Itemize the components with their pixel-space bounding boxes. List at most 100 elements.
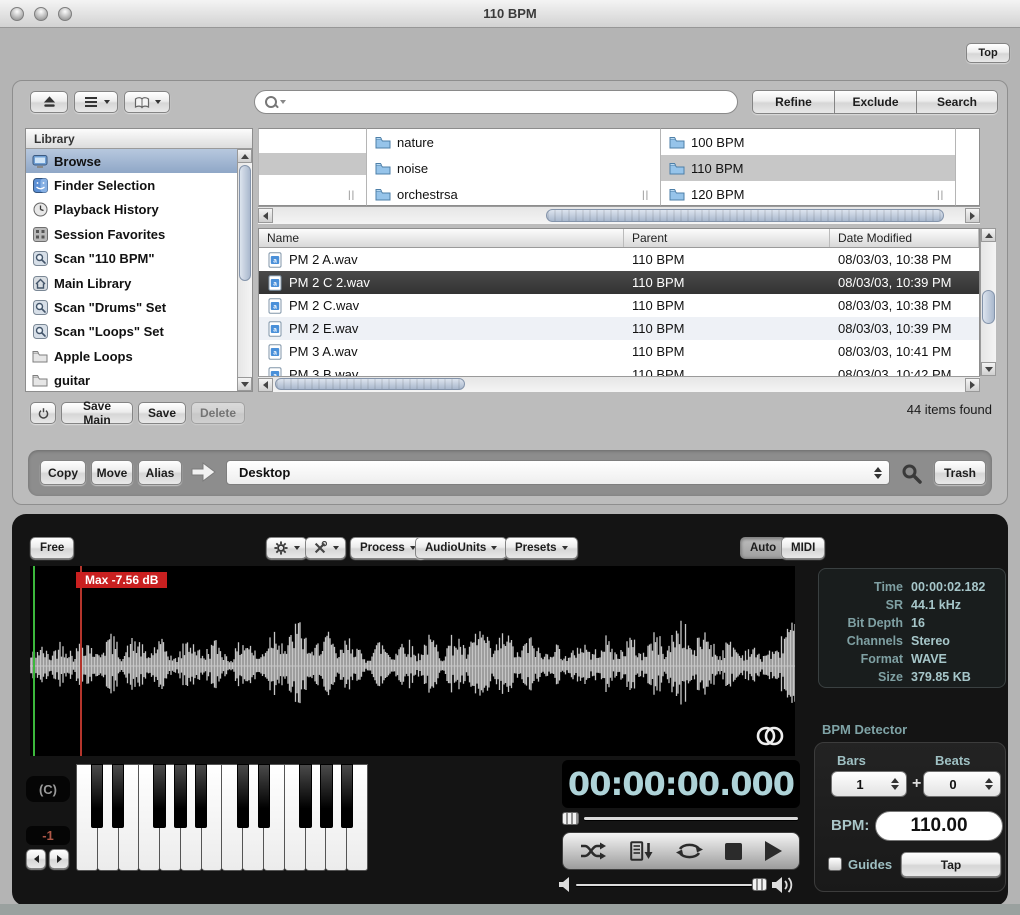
piano-black-key[interactable] — [112, 764, 125, 828]
audiounits-label: AudioUnits — [425, 542, 486, 554]
file-row[interactable]: aPM 3 A.wav110 BPM08/03/03, 10:41 PM — [259, 340, 979, 363]
transpose-up-button[interactable] — [49, 849, 69, 869]
gear-icon — [273, 540, 289, 556]
folder-icon — [375, 134, 391, 150]
search-button[interactable]: Search — [916, 90, 998, 114]
bpm-value-field[interactable]: 110.00 — [875, 811, 1003, 841]
loop-icon[interactable] — [676, 841, 703, 861]
move-button[interactable]: Move — [91, 460, 133, 485]
column-header-name[interactable]: Name — [259, 229, 624, 247]
eject-button[interactable] — [30, 91, 68, 113]
piano-black-key[interactable] — [237, 764, 250, 828]
rescan-button[interactable] — [30, 402, 56, 424]
file-row[interactable]: aPM 2 A.wav110 BPM08/03/03, 10:38 PM — [259, 248, 979, 271]
tap-button[interactable]: Tap — [901, 852, 1001, 877]
piano-keyboard[interactable] — [76, 764, 368, 871]
file-date: 08/03/03, 10:38 PM — [838, 252, 951, 267]
save-button[interactable]: Save — [138, 402, 186, 424]
copy-button[interactable]: Copy — [40, 460, 86, 485]
browser-folder-nature[interactable]: nature — [367, 129, 660, 155]
piano-black-key[interactable] — [174, 764, 187, 828]
piano-black-key[interactable] — [341, 764, 354, 828]
presets-menu-button[interactable]: Presets — [505, 537, 578, 559]
column-header-date[interactable]: Date Modified — [830, 229, 979, 247]
position-slider-track[interactable] — [584, 817, 798, 820]
view-menu-button[interactable] — [74, 91, 118, 113]
bars-select[interactable]: 1 — [831, 771, 907, 797]
file-list-hscrollbar[interactable] — [258, 376, 980, 392]
sidebar-item-main-library[interactable]: Main Library — [26, 271, 238, 295]
save-main-button[interactable]: Save Main — [61, 402, 133, 424]
search-input[interactable] — [254, 90, 738, 114]
piano-black-key[interactable] — [258, 764, 271, 828]
sidebar-item-browse[interactable]: Browse — [26, 149, 238, 173]
destination-popup[interactable]: Desktop — [226, 460, 890, 485]
browser-folder-noise[interactable]: noise — [367, 155, 660, 181]
audiounits-menu-button[interactable]: AudioUnits — [415, 537, 507, 559]
playlist-advance-icon[interactable] — [630, 841, 654, 861]
play-button[interactable] — [765, 841, 782, 861]
sidebar-item-session-favorites[interactable]: Session Favorites — [26, 222, 238, 246]
browser-folder-100-bpm[interactable]: 100 BPM — [661, 129, 955, 155]
browser-folder-110-bpm[interactable]: 110 BPM — [661, 155, 955, 181]
file-row[interactable]: aPM 3 B.wav110 BPM08/03/03, 10:42 PM — [259, 363, 979, 376]
sidebar-item-guitar[interactable]: guitar — [26, 369, 238, 391]
sidebar-item-scan-110-bpm-[interactable]: Scan "110 BPM" — [26, 247, 238, 271]
top-button[interactable]: Top — [966, 43, 1010, 63]
scrollbar-thumb[interactable] — [275, 378, 465, 390]
file-list-vscrollbar[interactable] — [980, 228, 996, 376]
sidebar-item-scan-drums-set[interactable]: Scan "Drums" Set — [26, 295, 238, 319]
midi-button[interactable]: MIDI — [781, 537, 825, 559]
exclude-button[interactable]: Exclude — [834, 90, 916, 114]
file-row[interactable]: aPM 2 C 2.wav110 BPM08/03/03, 10:39 PM — [259, 271, 979, 294]
bookmarks-button[interactable] — [124, 91, 170, 113]
scrollbar-thumb[interactable] — [982, 290, 995, 324]
file-row[interactable]: aPM 2 C.wav110 BPM08/03/03, 10:38 PM — [259, 294, 979, 317]
playhead-marker[interactable] — [33, 566, 35, 756]
transpose-down-button[interactable] — [26, 849, 46, 869]
auto-button[interactable]: Auto — [740, 537, 786, 559]
refine-button[interactable]: Refine — [752, 90, 834, 114]
piano-black-key[interactable] — [91, 764, 104, 828]
file-row[interactable]: aPM 2 E.wav110 BPM08/03/03, 10:39 PM — [259, 317, 979, 340]
columns-hscrollbar[interactable] — [258, 206, 980, 224]
magnifier-icon[interactable] — [900, 462, 922, 484]
trash-button[interactable]: Trash — [934, 460, 986, 485]
sidebar-item-finder-selection[interactable]: Finder Selection — [26, 173, 238, 197]
volume-slider-track[interactable] — [576, 884, 752, 886]
scrollbar-thumb[interactable] — [546, 209, 944, 222]
bars-label: Bars — [837, 753, 866, 768]
volume-slider-thumb[interactable] — [752, 878, 767, 891]
waveform-display[interactable]: Max -7.56 dB — [30, 566, 795, 756]
library-scrollbar[interactable] — [237, 149, 252, 391]
sidebar-item-apple-loops[interactable]: Apple Loops — [26, 344, 238, 368]
stop-button[interactable] — [725, 843, 742, 860]
free-button[interactable]: Free — [30, 537, 74, 559]
browser-folder-120-bpm[interactable]: 120 BPM — [661, 181, 955, 206]
column-header-parent[interactable]: Parent — [624, 229, 830, 247]
browser-column-2[interactable]: naturenoiseorchestrsa — [366, 128, 660, 206]
beats-select[interactable]: 0 — [923, 771, 1001, 797]
chevron-down-icon — [294, 546, 300, 550]
stereo-rings-icon[interactable] — [753, 724, 787, 748]
alias-button[interactable]: Alias — [138, 460, 182, 485]
file-parent: 110 BPM — [632, 367, 685, 376]
file-name: PM 3 B.wav — [289, 367, 358, 376]
gear-menu-button[interactable] — [266, 537, 307, 559]
tools-menu-button[interactable] — [305, 537, 346, 559]
piano-black-key[interactable] — [153, 764, 166, 828]
piano-black-key[interactable] — [299, 764, 312, 828]
guides-checkbox[interactable] — [828, 857, 842, 871]
browser-folder-orchestrsa[interactable]: orchestrsa — [367, 181, 660, 206]
file-list-header[interactable]: Name Parent Date Modified — [258, 228, 980, 248]
piano-black-key[interactable] — [320, 764, 333, 828]
octave-display[interactable]: (C) — [26, 776, 70, 802]
piano-black-key[interactable] — [195, 764, 208, 828]
browser-column-3[interactable]: 100 BPM110 BPM120 BPM — [660, 128, 955, 206]
position-slider-thumb[interactable] — [562, 812, 579, 825]
sidebar-item-scan-loops-set[interactable]: Scan "Loops" Set — [26, 320, 238, 344]
delete-button[interactable]: Delete — [191, 402, 245, 424]
scrollbar-thumb[interactable] — [239, 165, 251, 281]
shuffle-icon[interactable] — [580, 841, 607, 861]
sidebar-item-playback-history[interactable]: Playback History — [26, 198, 238, 222]
